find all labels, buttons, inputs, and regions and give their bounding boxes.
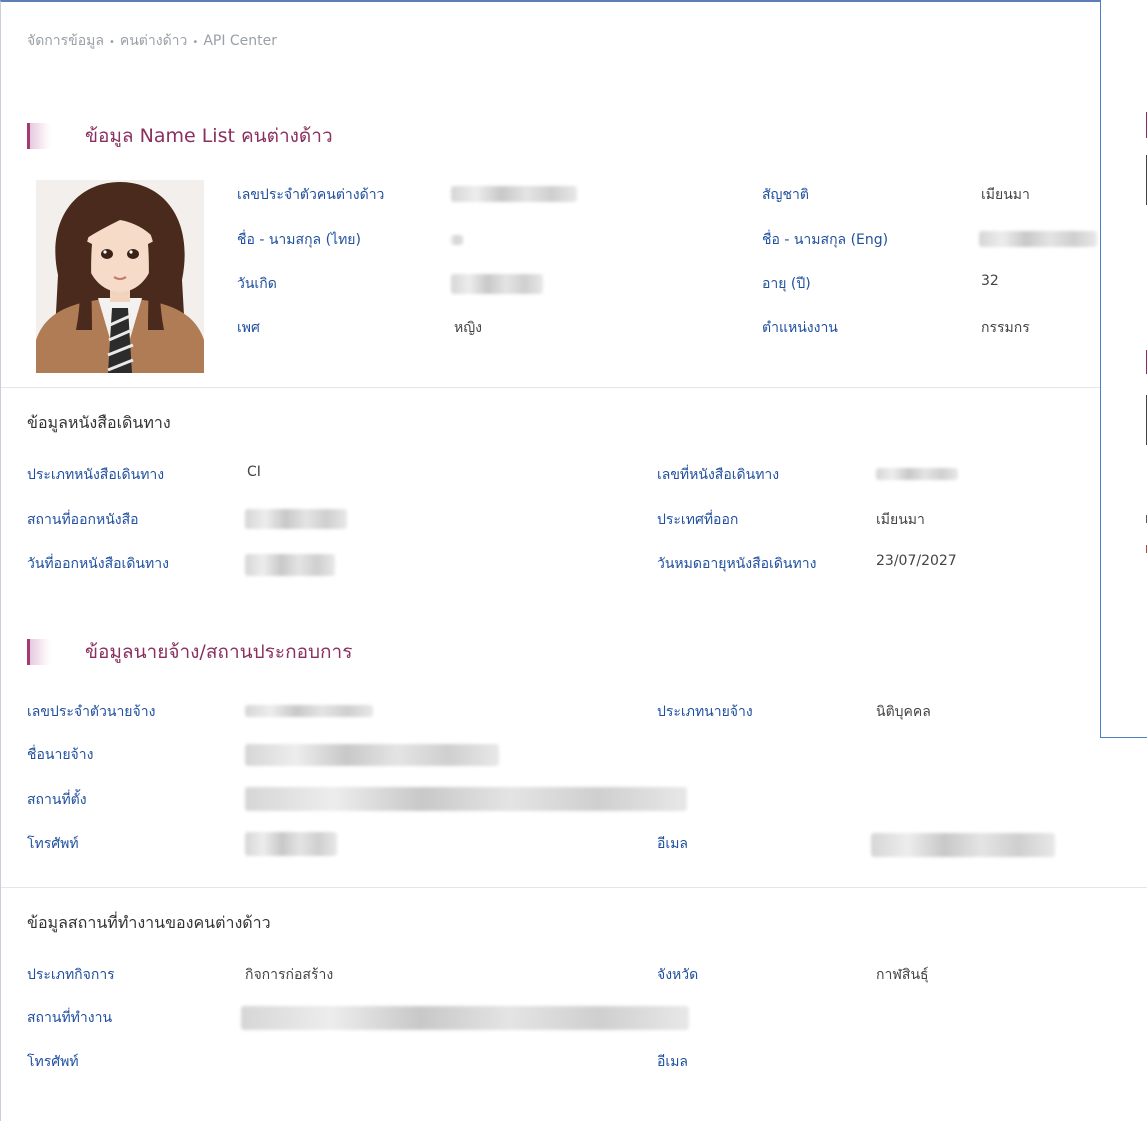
section-title-text: ข้อมูลนายจ้าง/สถานประกอบการ: [85, 641, 353, 663]
workplace-section-title: ข้อมูลสถานที่ทำงานของคนต่างด้าว: [27, 913, 271, 932]
workplace-email-label: อีเมล: [657, 1054, 689, 1070]
name-th-label: ชื่อ - นามสกุล (ไทย): [237, 232, 361, 248]
employer-type-label: ประเภทนายจ้าง: [657, 704, 753, 720]
profile-photo: [36, 180, 204, 373]
alien-id-label: เลขประจำตัวคนต่างด้าว: [237, 187, 385, 203]
workplace-location-value-redacted: [241, 1006, 689, 1030]
workplace-phone-label: โทรศัพท์: [27, 1054, 79, 1070]
overlapping-side-panel: [1100, 0, 1147, 738]
dob-label: วันเกิด: [237, 276, 277, 292]
name-en-value-redacted: [979, 231, 1097, 247]
employer-address-value-redacted: [245, 787, 687, 811]
employer-id-value-redacted: [245, 705, 373, 717]
issue-date-value-redacted: [245, 554, 335, 576]
employer-email-value-redacted: [871, 833, 1055, 857]
nationality-label: สัญชาติ: [762, 187, 809, 203]
passport-type-value: CI: [247, 464, 261, 480]
dob-value-redacted: [451, 274, 543, 294]
detail-panel: จัดการข้อมูล • คนต่างด้าว • API Center ข้อมู…: [0, 0, 1147, 1121]
passport-section-title: ข้อมูลหนังสือเดินทาง: [27, 413, 171, 432]
gender-value: หญิง: [454, 320, 482, 336]
breadcrumb-separator: •: [108, 37, 115, 48]
passport-number-value-redacted: [876, 468, 958, 480]
employer-email-label: อีเมล: [657, 836, 689, 852]
alien-id-value-redacted: [451, 186, 577, 202]
employer-phone-value-redacted: [245, 832, 337, 856]
province-label: จังหวัด: [657, 967, 699, 983]
issue-place-value-redacted: [245, 509, 347, 529]
name-th-value-redacted: [451, 235, 463, 245]
employer-address-label: สถานที่ตั้ง: [27, 792, 87, 808]
section-divider: [1, 887, 1147, 888]
section-accent-bar: [27, 639, 51, 665]
employer-name-value-redacted: [245, 744, 499, 766]
nationality-value: เมียนมา: [981, 187, 1030, 203]
issue-country-label: ประเทศที่ออก: [657, 512, 739, 528]
workplace-location-label: สถานที่ทำงาน: [27, 1010, 113, 1026]
employer-phone-label: โทรศัพท์: [27, 836, 79, 852]
person-photo-icon: [36, 180, 204, 373]
breadcrumb-item-api-center: API Center: [203, 33, 278, 49]
expiry-date-label: วันหมดอายุหนังสือเดินทาง: [657, 556, 817, 572]
passport-number-label: เลขที่หนังสือเดินทาง: [657, 467, 780, 483]
business-type-label: ประเภทกิจการ: [27, 967, 115, 983]
section-title-text: ข้อมูล Name List คนต่างด้าว: [85, 125, 333, 147]
breadcrumb-item-foreigners[interactable]: คนต่างด้าว: [120, 33, 188, 49]
age-value: 32: [981, 273, 999, 289]
issue-date-label: วันที่ออกหนังสือเดินทาง: [27, 556, 169, 572]
breadcrumb-item-data-management[interactable]: จัดการข้อมูล: [27, 33, 104, 49]
province-value: กาฬสินธุ์: [876, 967, 929, 983]
employer-id-label: เลขประจำตัวนายจ้าง: [27, 704, 156, 720]
issue-country-value: เมียนมา: [876, 512, 925, 528]
section-title-employer: ข้อมูลนายจ้าง/สถานประกอบการ: [27, 637, 352, 667]
name-en-label: ชื่อ - นามสกุล (Eng): [762, 232, 889, 248]
employer-name-label: ชื่อนายจ้าง: [27, 747, 94, 763]
breadcrumb: จัดการข้อมูล • คนต่างด้าว • API Center: [27, 30, 277, 52]
issue-place-label: สถานที่ออกหนังสือ: [27, 512, 139, 528]
position-label: ตำแหน่งงาน: [762, 320, 838, 336]
section-divider: [1, 387, 1147, 388]
breadcrumb-separator: •: [192, 37, 199, 48]
employer-type-value: นิติบุคคล: [876, 704, 931, 720]
business-type-value: กิจการก่อสร้าง: [245, 967, 334, 983]
gender-label: เพศ: [237, 320, 260, 336]
passport-type-label: ประเภทหนังสือเดินทาง: [27, 467, 165, 483]
age-label: อายุ (ปี): [762, 276, 811, 292]
section-title-name-list: ข้อมูล Name List คนต่างด้าว: [27, 121, 333, 151]
position-value: กรรมกร: [981, 320, 1030, 336]
expiry-date-value: 23/07/2027: [876, 553, 957, 569]
section-accent-bar: [27, 123, 51, 149]
